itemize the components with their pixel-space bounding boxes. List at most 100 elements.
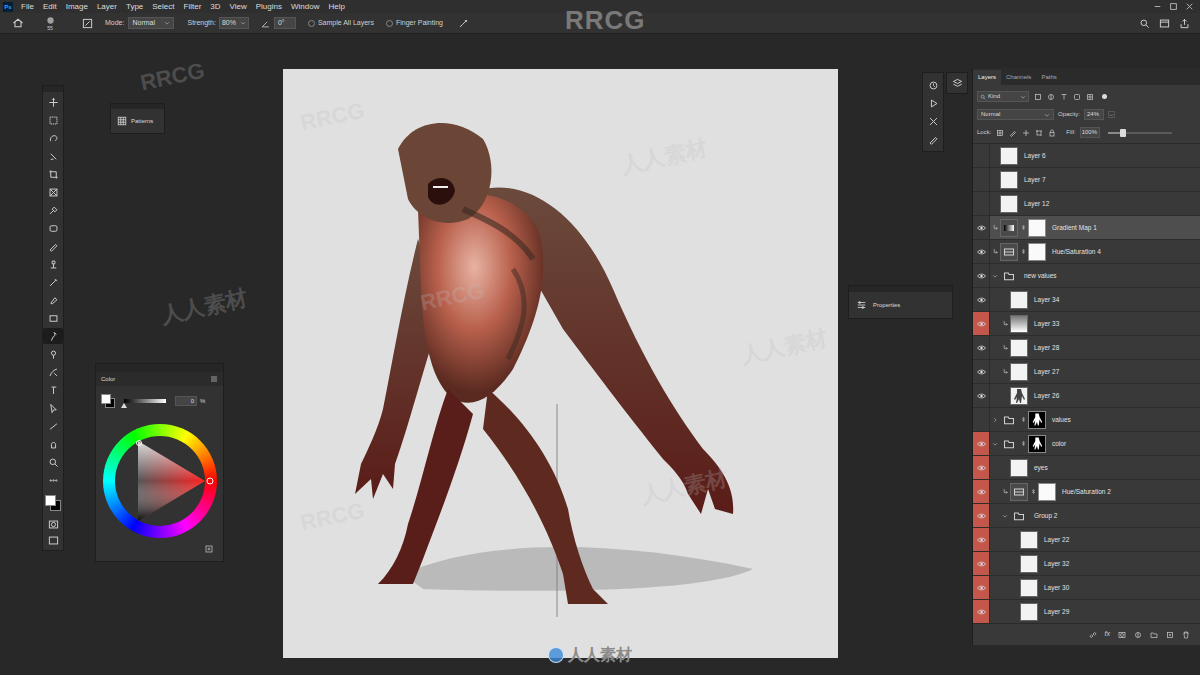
adjustment-layer-icon[interactable] <box>1133 630 1142 639</box>
blend-mode-select[interactable]: Normal <box>977 109 1054 120</box>
visibility-toggle[interactable] <box>976 200 986 208</box>
opacity-field[interactable]: 24% <box>1084 109 1104 120</box>
group-expander[interactable] <box>990 271 1000 281</box>
link-layers-icon[interactable] <box>1089 630 1098 639</box>
color-swatches[interactable] <box>101 394 115 408</box>
layer-mask[interactable] <box>1021 411 1046 429</box>
adjustment-filter-icon[interactable] <box>1046 92 1055 101</box>
visibility-toggle[interactable] <box>976 560 986 568</box>
slider-thumb[interactable] <box>1120 129 1126 137</box>
layer-row[interactable]: Layer 22 <box>973 528 1200 552</box>
app-logo[interactable]: Ps <box>3 2 13 12</box>
visibility-toggle[interactable] <box>976 392 986 400</box>
menu-item[interactable]: Layer <box>97 0 117 13</box>
actions-icon[interactable] <box>927 97 939 109</box>
tool-button[interactable] <box>43 94 63 110</box>
adjustments-icon[interactable] <box>927 115 939 127</box>
search-icon[interactable] <box>1138 17 1150 29</box>
lock-all-icon[interactable] <box>1047 128 1056 137</box>
visibility-toggle[interactable] <box>976 440 986 448</box>
layer-row[interactable]: eyes <box>973 456 1200 480</box>
visibility-toggle[interactable] <box>976 464 986 472</box>
layer-row[interactable]: Layer 6 <box>973 144 1200 168</box>
layer-row[interactable]: Hue/Saturation 4 <box>973 240 1200 264</box>
panel-grip[interactable] <box>43 86 63 92</box>
add-mask-icon[interactable] <box>1117 630 1126 639</box>
tool-button[interactable] <box>43 292 63 308</box>
tool-button[interactable] <box>43 184 63 200</box>
visibility-toggle[interactable] <box>976 248 986 256</box>
brightness-slider[interactable] <box>124 399 166 403</box>
layer-mask[interactable] <box>1021 435 1046 453</box>
menu-item[interactable]: View <box>230 0 247 13</box>
layer-name[interactable]: Layer 30 <box>1044 583 1069 593</box>
menu-item[interactable]: Plugins <box>256 0 282 13</box>
group-expander[interactable] <box>990 439 1000 449</box>
opacity-slider[interactable] <box>1108 132 1172 134</box>
visibility-toggle[interactable] <box>976 608 986 616</box>
checkbox-option[interactable]: Sample All Layers <box>308 18 374 29</box>
brush-settings-icon[interactable] <box>81 17 93 29</box>
menu-item[interactable]: Type <box>126 0 143 13</box>
layer-name[interactable]: Layer 7 <box>1024 175 1046 185</box>
panel-grip[interactable] <box>849 286 952 292</box>
tool-button[interactable] <box>43 436 63 452</box>
color-triangle[interactable] <box>103 424 217 538</box>
brightness-field[interactable]: 0 <box>175 396 197 406</box>
menu-item[interactable]: Help <box>328 0 344 13</box>
layer-mask[interactable] <box>1021 243 1046 261</box>
tool-button[interactable] <box>43 364 63 380</box>
pressure-icon[interactable] <box>457 17 469 29</box>
layer-row[interactable]: Hue/Saturation 2 <box>973 480 1200 504</box>
visibility-toggle[interactable] <box>976 272 986 280</box>
visibility-toggle[interactable] <box>976 224 986 232</box>
mode-select[interactable]: Normal <box>128 17 174 29</box>
layer-row[interactable]: Layer 32 <box>973 552 1200 576</box>
panel-tab[interactable]: Layers <box>973 70 1001 85</box>
panel-grip[interactable] <box>96 364 223 372</box>
group-expander[interactable] <box>990 415 1000 425</box>
document-canvas[interactable] <box>283 69 838 658</box>
brush-preset-picker[interactable]: 55 <box>39 16 61 31</box>
layer-name[interactable]: Layer 26 <box>1034 391 1059 401</box>
share-icon[interactable] <box>1178 17 1190 29</box>
layer-name[interactable]: Layer 34 <box>1034 295 1059 305</box>
lock-transparency-icon[interactable] <box>995 128 1004 137</box>
slider-thumb[interactable] <box>121 403 127 408</box>
tool-button[interactable] <box>43 238 63 254</box>
resize-icon[interactable] <box>205 545 213 553</box>
foreground-swatch[interactable] <box>101 394 111 404</box>
visibility-toggle[interactable] <box>976 344 986 352</box>
menu-item[interactable]: File <box>21 0 34 13</box>
layer-name[interactable]: Gradient Map 1 <box>1052 223 1097 233</box>
layer-row[interactable]: new values <box>973 264 1200 288</box>
new-group-icon[interactable] <box>1149 630 1158 639</box>
layer-name[interactable]: new values <box>1024 271 1057 281</box>
layer-row[interactable]: values <box>973 408 1200 432</box>
checkbox[interactable] <box>386 20 393 27</box>
screen-mode-icon[interactable] <box>46 534 60 546</box>
layer-row[interactable]: Layer 28 <box>973 336 1200 360</box>
layer-name[interactable]: values <box>1052 415 1071 425</box>
layer-row[interactable]: Layer 7 <box>973 168 1200 192</box>
tool-button[interactable] <box>43 454 63 470</box>
angle-field[interactable]: 0° <box>274 17 296 29</box>
menu-item[interactable]: Window <box>291 0 319 13</box>
visibility-toggle[interactable] <box>976 320 986 328</box>
close-icon[interactable] <box>1184 2 1194 12</box>
menu-item[interactable]: Select <box>152 0 174 13</box>
tool-button[interactable] <box>43 328 63 344</box>
panel-tab[interactable]: Paths <box>1036 70 1061 85</box>
menu-item[interactable]: 3D <box>210 0 220 13</box>
layer-style-button[interactable]: fx <box>1105 629 1110 640</box>
minimize-icon[interactable] <box>1152 2 1162 12</box>
layer-row[interactable]: Gradient Map 1 <box>973 216 1200 240</box>
checkbox-option[interactable]: Finger Painting <box>386 18 443 29</box>
layer-name[interactable]: Layer 12 <box>1024 199 1049 209</box>
filter-toggle[interactable] <box>1102 94 1107 99</box>
patterns-button[interactable]: Patterns <box>111 109 164 133</box>
visibility-toggle[interactable] <box>976 152 986 160</box>
visibility-toggle[interactable] <box>976 416 986 424</box>
new-layer-icon[interactable] <box>1165 630 1174 639</box>
chevron-down-icon[interactable] <box>1108 111 1115 118</box>
